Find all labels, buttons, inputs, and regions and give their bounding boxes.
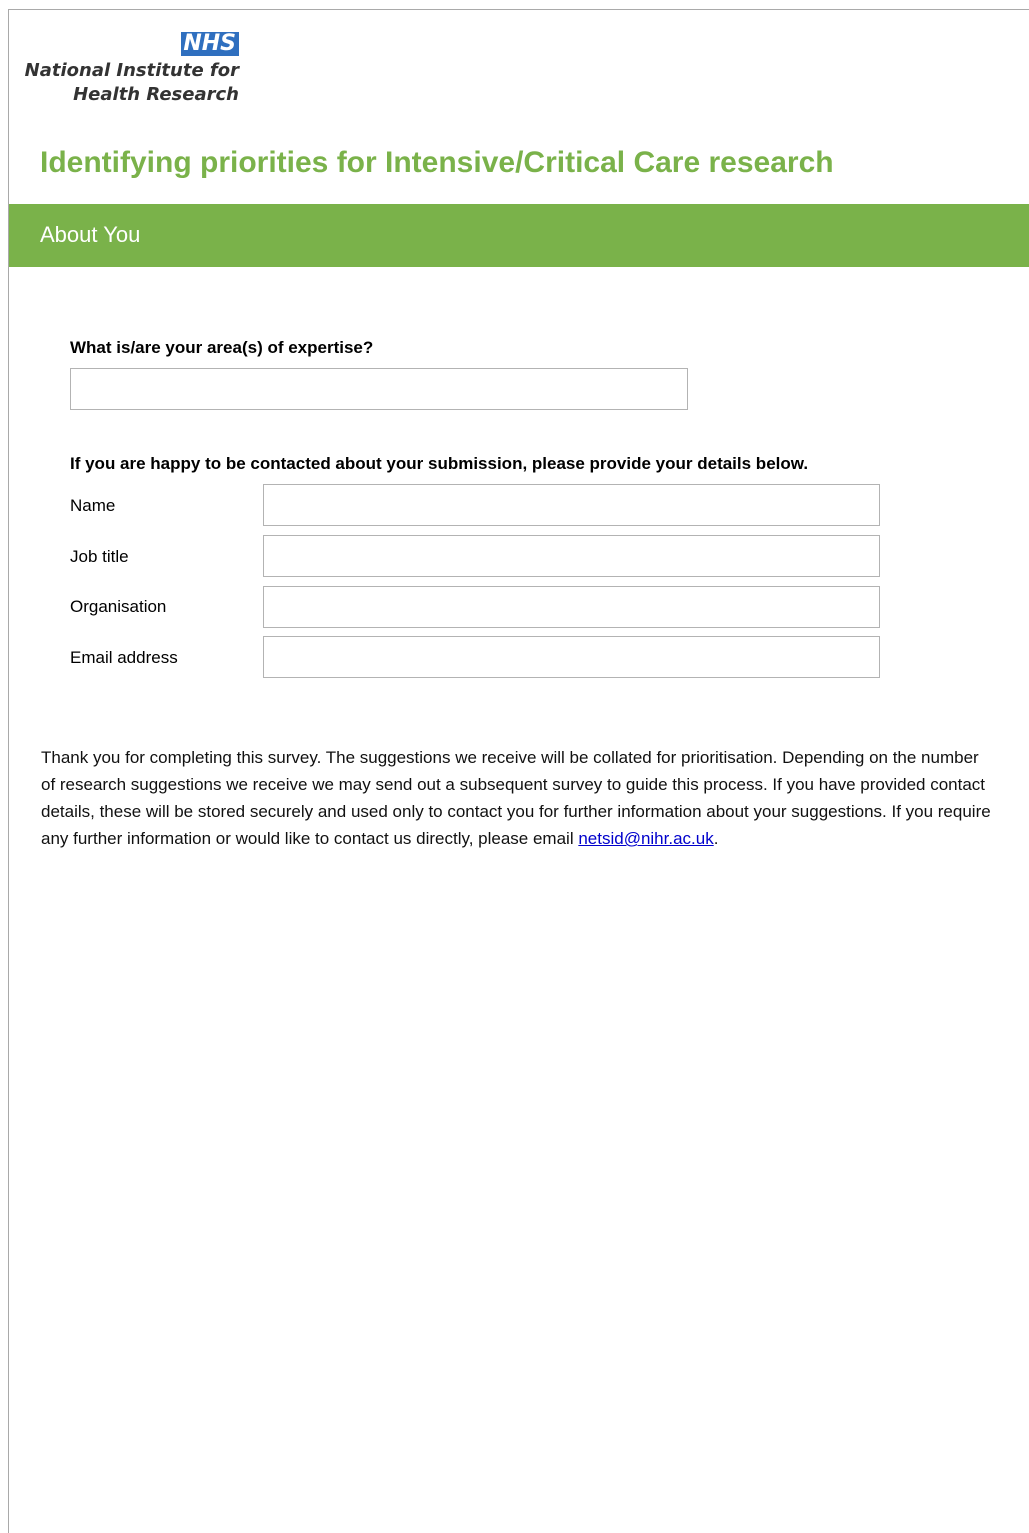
contact-email-link[interactable]: netsid@nihr.ac.uk (578, 829, 713, 848)
expertise-question-label: What is/are your area(s) of expertise? (70, 338, 374, 357)
section-header-bar: About You (9, 204, 1029, 267)
survey-page: NHS National Institute for Health Resear… (8, 9, 1029, 1533)
nhs-badge: NHS (181, 32, 239, 56)
email-input[interactable] (263, 636, 880, 678)
logo-line-1: National Institute for (24, 60, 239, 81)
contact-intro-text: If you are happy to be contacted about y… (70, 454, 809, 473)
logo-line-2: Health Research (73, 84, 239, 105)
thank-you-text: Thank you for completing this survey. Th… (41, 744, 996, 852)
job-title-label: Job title (70, 547, 129, 566)
thank-you-body: Thank you for completing this survey. Th… (41, 748, 991, 848)
nihr-logo: NHS National Institute for Health Resear… (25, 32, 239, 112)
name-label: Name (70, 496, 116, 515)
organisation-label: Organisation (70, 597, 167, 616)
organisation-input[interactable] (263, 586, 880, 628)
section-title: About You (40, 222, 141, 247)
page-title: Identifying priorities for Intensive/Cri… (40, 146, 834, 179)
thank-you-end: . (713, 829, 719, 848)
expertise-input[interactable] (70, 368, 688, 410)
job-title-input[interactable] (263, 535, 880, 577)
name-input[interactable] (263, 484, 880, 526)
email-label: Email address (70, 648, 178, 667)
